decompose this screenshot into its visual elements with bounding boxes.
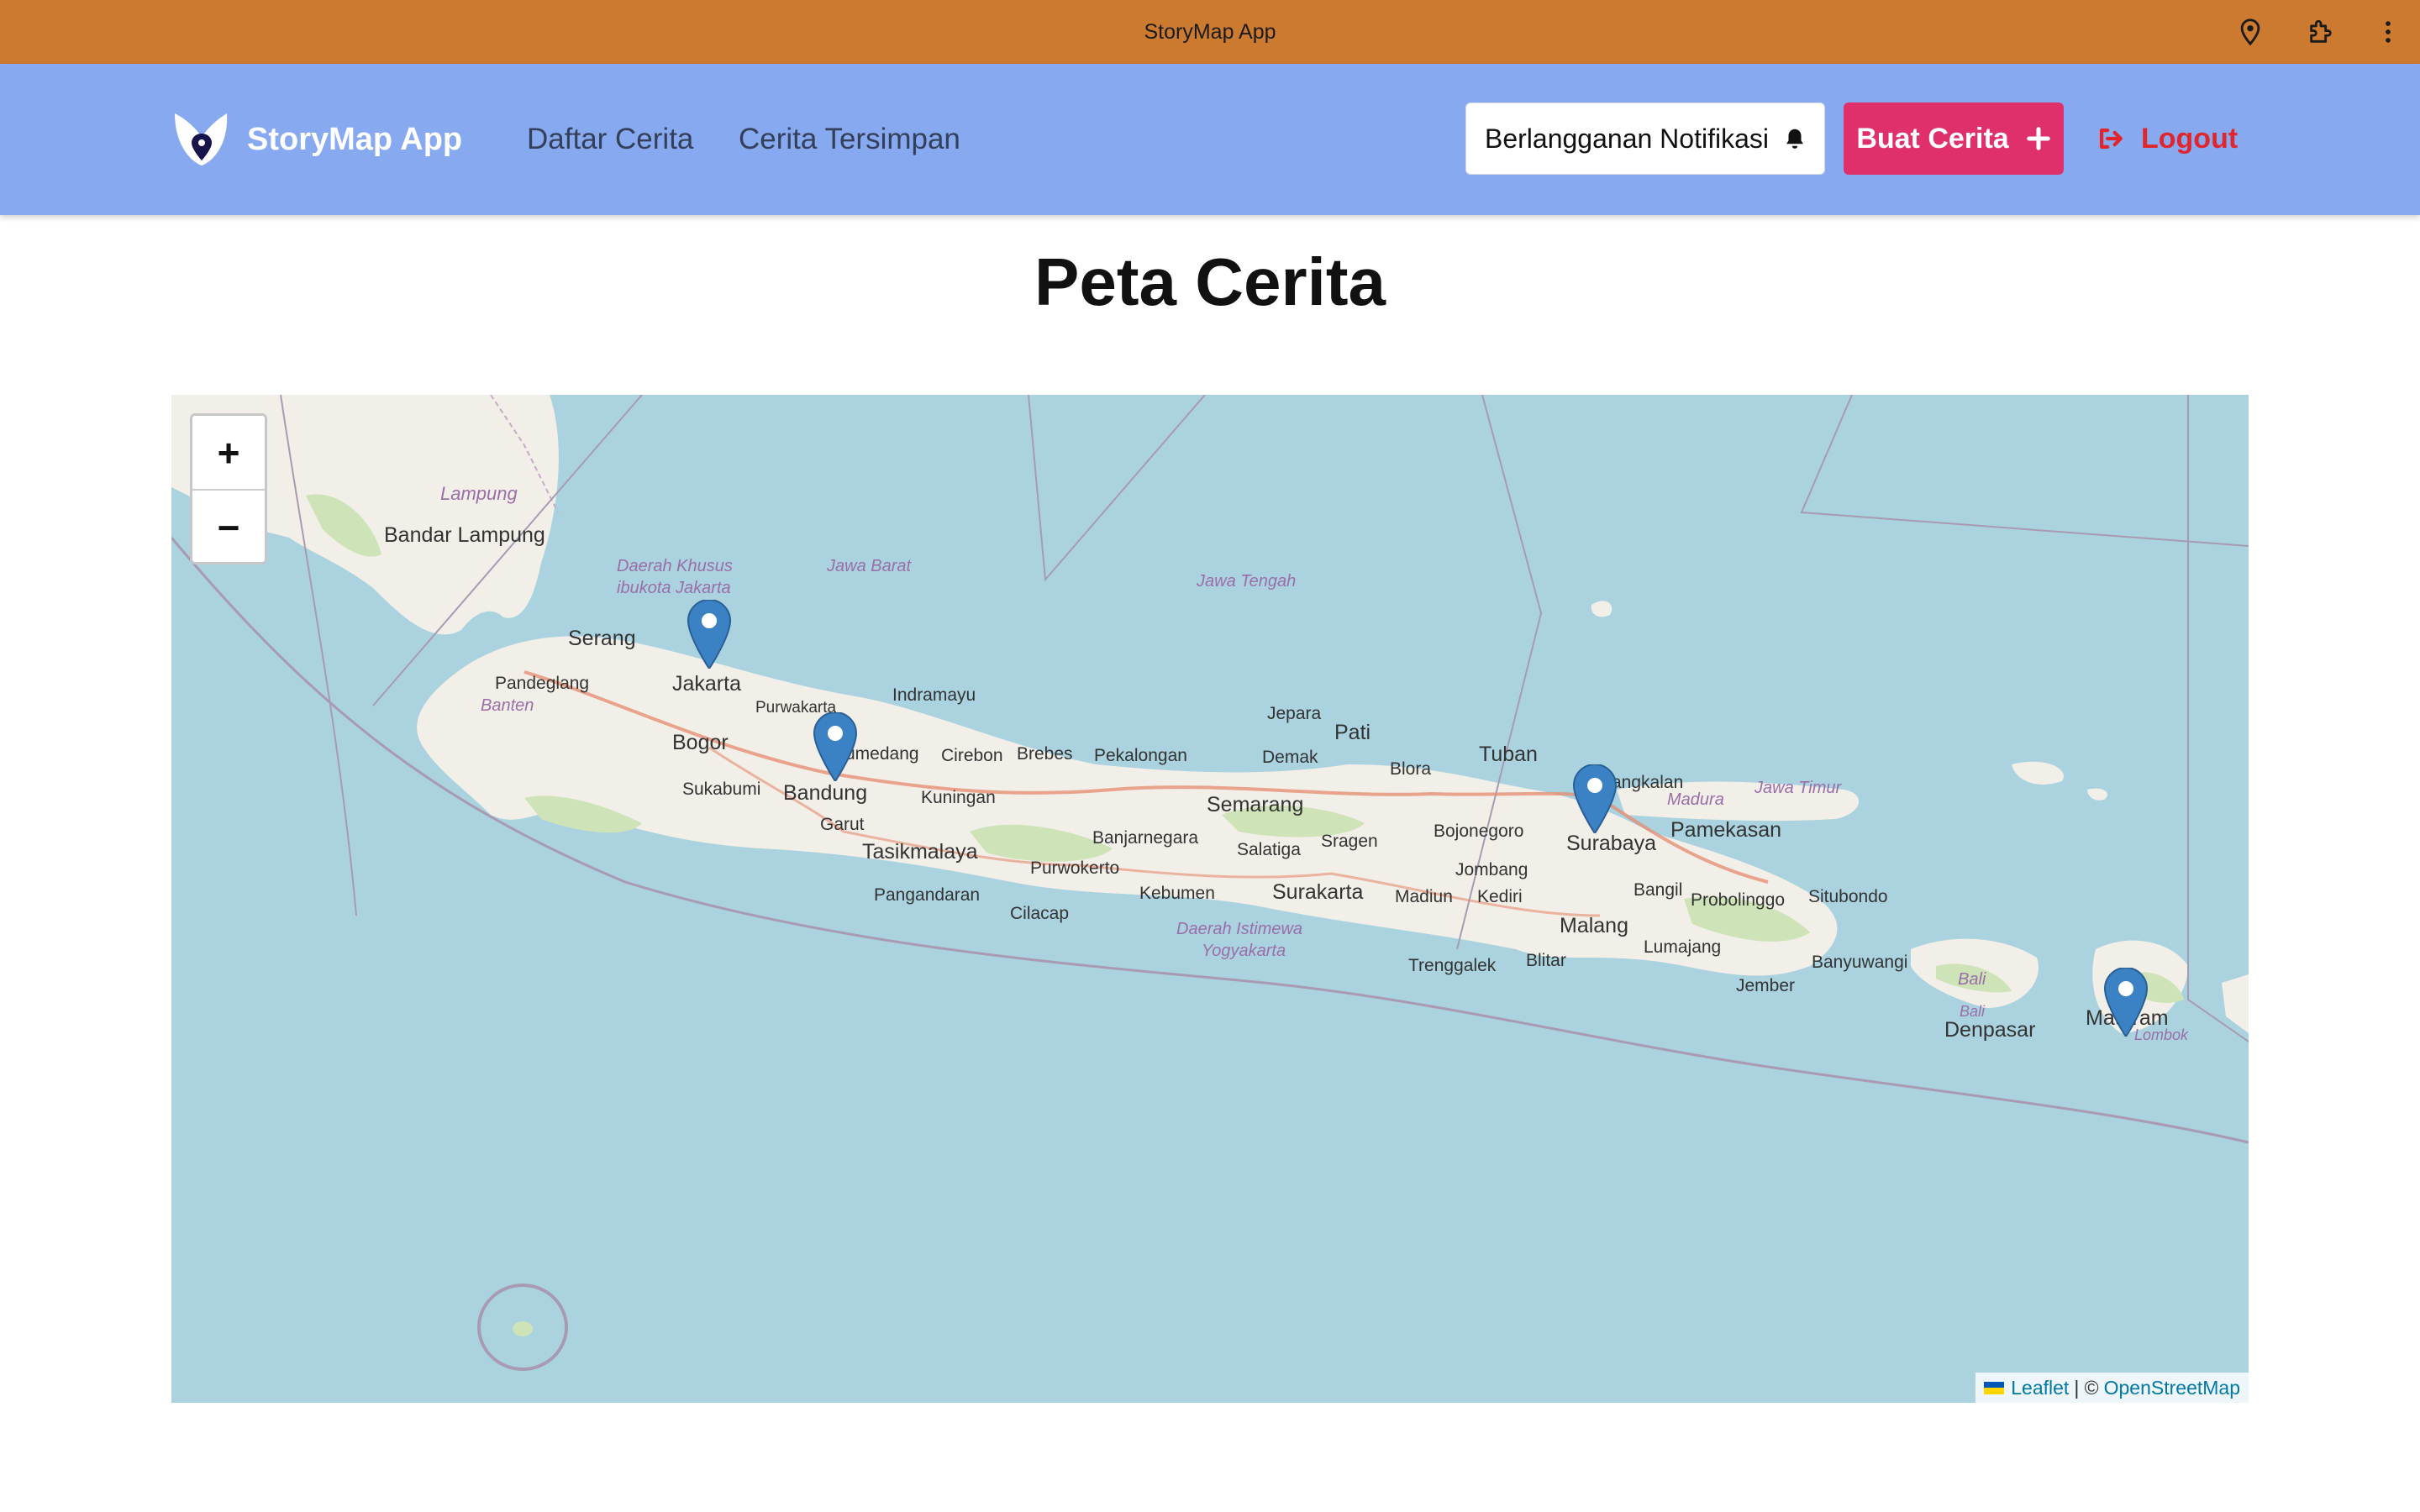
zoom-in-button[interactable]: + [192,416,265,491]
label-trenggalek: Trenggalek [1408,956,1497,975]
label-serang: Serang [568,627,636,650]
map-attribution: Leaflet | © OpenStreetMap [1975,1373,2249,1403]
nav-link-cerita-tersimpan[interactable]: Cerita Tersimpan [739,118,960,161]
label-pekalongan: Pekalongan [1094,746,1187,765]
label-tuban: Tuban [1479,743,1538,766]
map-marker-icon [813,711,858,783]
more-vert-icon[interactable] [2371,15,2405,49]
label-kebumen: Kebumen [1139,884,1215,903]
subscribe-notification-label: Berlangganan Notifikasi [1485,123,1769,154]
label-jepara: Jepara [1267,704,1322,723]
app-header: StoryMap App Daftar Cerita Cerita Tersim… [0,64,2420,215]
logout-icon [2099,128,2123,150]
label-indramayu: Indramayu [892,685,976,705]
label-pati: Pati [1334,721,1370,744]
label-malang: Malang [1560,914,1628,937]
page-title: Peta Cerita [1034,244,1386,319]
label-cirebon: Cirebon [941,746,1003,765]
label-brebes: Brebes [1017,744,1073,764]
map-marker-icon [687,598,732,670]
label-pamekasan: Pamekasan [1670,818,1781,842]
label-bangil: Bangil [1634,880,1682,900]
label-jawa-timur: Jawa Timur [1754,779,1843,797]
label-surabaya: Surabaya [1566,832,1656,855]
story-marker-jakarta[interactable] [687,598,732,670]
label-situbondo: Situbondo [1808,887,1888,906]
brand-name: StoryMap App [247,121,463,157]
label-bali: Bali [1958,970,1986,989]
label-salatiga: Salatiga [1237,840,1301,859]
label-cilacap: Cilacap [1010,904,1069,923]
label-banyuwangi: Banyuwangi [1812,953,1907,972]
label-banten: Banten [481,696,534,715]
label-probolinggo: Probolinggo [1691,890,1785,910]
subscribe-notification-button[interactable]: Berlangganan Notifikasi [1465,102,1825,175]
label-bandar-lampung: Bandar Lampung [384,523,545,547]
ukraine-flag-icon [1984,1381,2005,1394]
extensions-icon[interactable] [2304,15,2338,49]
label-tasikmalaya: Tasikmalaya [862,840,978,864]
label-diy2: Yogyakarta [1202,942,1286,960]
attribution-separator: | © [2074,1376,2099,1399]
label-denpasar: Denpasar [1944,1018,2035,1042]
label-pangandaran: Pangandaran [874,885,980,905]
zoom-control: + − [190,413,267,564]
story-marker-bandung[interactable] [813,711,858,783]
openstreetmap-link[interactable]: OpenStreetMap [2104,1377,2240,1399]
label-garut: Garut [820,815,865,834]
story-marker-mataram[interactable] [2103,966,2149,1038]
label-bogor: Bogor [672,731,729,754]
leaflet-link[interactable]: Leaflet [2011,1377,2069,1399]
label-jawa-tengah: Jawa Tengah [1196,572,1296,591]
label-dki: Daerah Khusus [617,557,733,575]
map-marker-icon [2103,966,2149,1038]
create-story-label: Buat Cerita [1856,122,2009,155]
label-pandeglang: Pandeglang [495,674,589,693]
label-bandung: Bandung [783,781,867,805]
label-blora: Blora [1390,759,1431,779]
label-sukabumi: Sukabumi [682,780,760,799]
label-jember: Jember [1736,976,1795,995]
label-lampung: Lampung [440,483,518,504]
label-banjarnegara: Banjarnegara [1092,828,1198,848]
label-bojonegoro: Bojonegoro [1434,822,1523,841]
story-marker-surabaya[interactable] [1572,763,1618,835]
brand-logo-icon [175,113,228,165]
label-bali2: Bali [1960,1003,1986,1020]
logout-label: Logout [2141,122,2238,155]
label-jawa-barat: Jawa Barat [826,557,912,575]
location-icon[interactable] [2233,15,2267,49]
label-purwokerto: Purwokerto [1030,858,1119,878]
label-madura: Madura [1667,790,1724,809]
brand-logo-link[interactable]: StoryMap App [170,106,462,173]
bell-icon [1786,129,1803,149]
window-title: StoryMap App [1144,20,1276,44]
window-titlebar: StoryMap App [0,0,2420,64]
label-jombang: Jombang [1455,860,1528,879]
label-semarang: Semarang [1207,793,1303,816]
label-jakarta: Jakarta [672,672,741,696]
plus-icon [2026,127,2050,150]
label-surakarta: Surakarta [1272,880,1363,904]
logout-button[interactable]: Logout [2096,102,2238,175]
label-kuningan: Kuningan [921,788,996,807]
label-kediri: Kediri [1477,887,1523,906]
label-madiun: Madiun [1395,887,1453,906]
zoom-out-button[interactable]: − [192,491,265,564]
nav-link-daftar-cerita[interactable]: Daftar Cerita [527,118,693,161]
label-sragen: Sragen [1321,832,1378,851]
label-dki2: ibukota Jakarta [617,579,731,597]
map-tiles: Lampung Bandar Lampung Daerah Khusus ibu… [171,395,2249,1371]
label-blitar: Blitar [1526,951,1566,970]
label-lumajang: Lumajang [1644,937,1721,957]
create-story-button[interactable]: Buat Cerita [1844,102,2064,175]
story-map[interactable]: Lampung Bandar Lampung Daerah Khusus ibu… [171,395,2249,1403]
map-marker-icon [1572,763,1618,835]
label-demak: Demak [1262,748,1318,767]
label-diy: Daerah Istimewa [1176,920,1302,938]
